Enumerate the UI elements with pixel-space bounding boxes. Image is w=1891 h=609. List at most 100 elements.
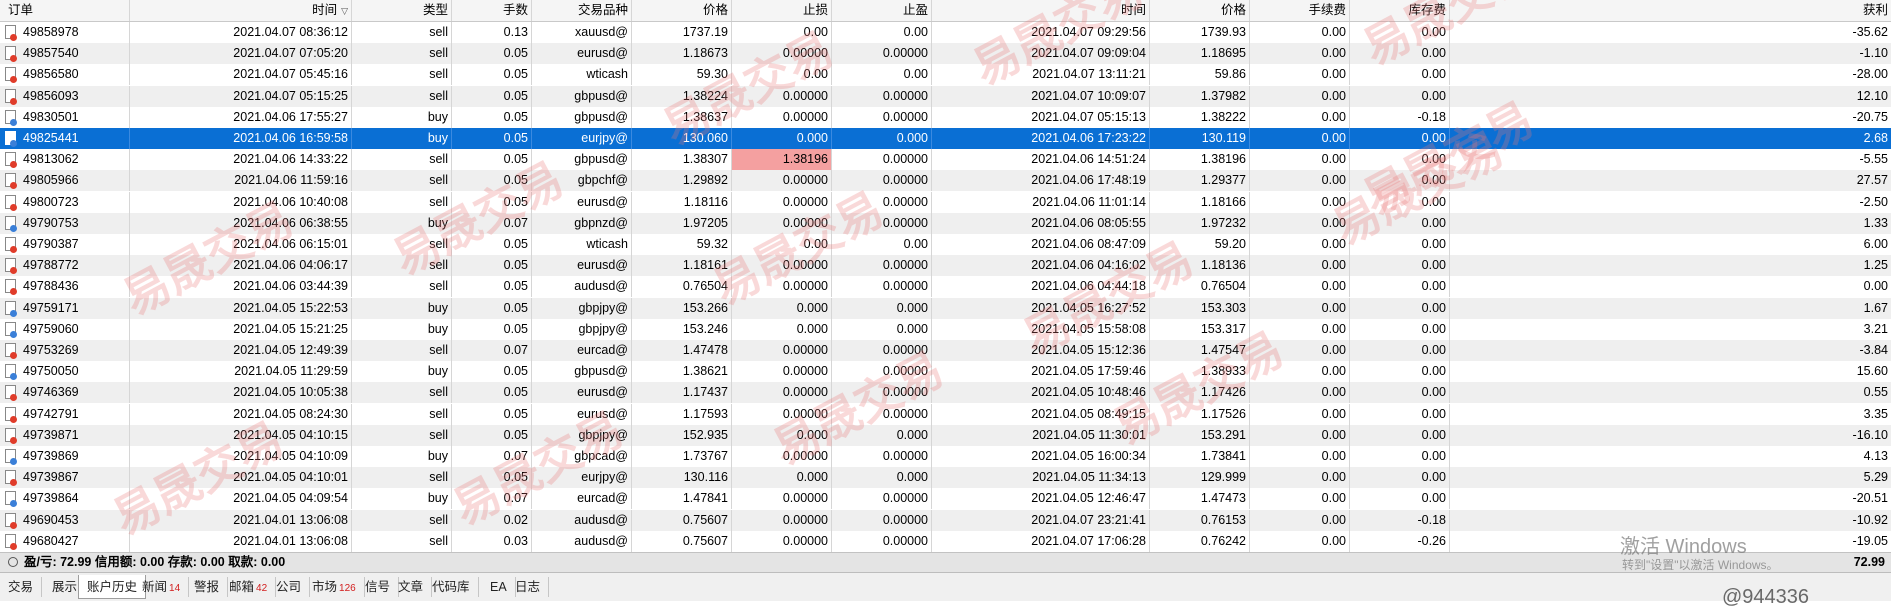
order-number: 49830501 (23, 109, 79, 124)
cell-tp: 0.000 (832, 424, 932, 446)
column-header-swap[interactable]: 库存费 (1350, 0, 1450, 21)
cell-tp: 0.000 (832, 297, 932, 319)
column-header-type-label: 类型 (422, 3, 448, 17)
cell-type: sell (352, 255, 452, 277)
cell-swap: 0.00 (1350, 212, 1450, 234)
tab-12[interactable]: 日志 (507, 577, 550, 597)
order-number: 49750050 (23, 364, 79, 379)
tab-0[interactable]: 交易 (0, 577, 43, 597)
column-header-close-price[interactable]: 价格 (1150, 0, 1250, 21)
cell-type: sell (352, 276, 452, 298)
table-row[interactable]: 49805966 2021.04.06 11:59:16 sell 0.05 gbpch… (0, 170, 1891, 192)
table-row[interactable]: 49739864 2021.04.05 04:09:54 buy 0.07 eurcad… (0, 488, 1891, 510)
cell-close-price: 1.47473 (1150, 488, 1250, 510)
cell-symbol: wticash (532, 234, 632, 255)
table-row[interactable]: 49788772 2021.04.06 04:06:17 sell 0.05 eurus… (0, 255, 1891, 277)
column-header-order[interactable]: 订单 (0, 0, 130, 21)
column-header-type[interactable]: 类型 (352, 0, 452, 21)
cell-price: 1.29892 (632, 170, 732, 192)
cell-commission: 0.00 (1250, 488, 1350, 510)
cell-commission: 0.00 (1250, 318, 1350, 340)
cell-price: 59.32 (632, 234, 732, 255)
cell-commission: 0.00 (1250, 340, 1350, 361)
table-row[interactable]: 49680427 2021.04.01 13:06:08 sell 0.03 audus… (0, 530, 1891, 552)
order-number: 49800723 (23, 194, 79, 209)
cell-profit: 12.10 (1856, 88, 1888, 103)
column-header-lots[interactable]: 手数 (452, 0, 532, 21)
table-row[interactable]: 49739867 2021.04.05 04:10:01 sell 0.05 eurjp… (0, 467, 1891, 489)
table-row[interactable]: 49739869 2021.04.05 04:10:09 buy 0.07 gbpcad… (0, 446, 1891, 467)
buy-order-icon (5, 215, 17, 232)
table-row[interactable]: 49759171 2021.04.05 15:22:53 buy 0.05 gbpjpy… (0, 297, 1891, 319)
cell-sl: 0.00000 (732, 212, 832, 234)
cell-commission: 0.00 (1250, 191, 1350, 213)
sell-order-icon (5, 470, 17, 487)
tab-label: 交易 (8, 580, 34, 594)
table-row[interactable]: 49750050 2021.04.05 11:29:59 buy 0.05 gbpusd… (0, 361, 1891, 383)
tab-10[interactable]: 代码库 (424, 577, 479, 597)
column-header-symbol[interactable]: 交易品种 (532, 0, 632, 21)
column-header-profit[interactable]: 获利 (1450, 0, 1891, 21)
cell-close-price: 1.38222 (1150, 106, 1250, 128)
order-number: 49813062 (23, 152, 79, 167)
tab-7[interactable]: 市场 126 (304, 577, 365, 597)
table-row[interactable]: 49830501 2021.04.06 17:55:27 buy 0.05 gbpusd… (0, 106, 1891, 128)
table-row[interactable]: 49753269 2021.04.05 12:49:39 sell 0.07 eurca… (0, 340, 1891, 361)
cell-lots: 0.05 (452, 128, 532, 149)
cell-swap: 0.00 (1350, 149, 1450, 171)
table-row[interactable]: 49856093 2021.04.07 05:15:25 sell 0.05 gbpus… (0, 85, 1891, 107)
cell-sl: 0.00000 (732, 361, 832, 383)
table-row[interactable]: 49742791 2021.04.05 08:24:30 sell 0.05 eurus… (0, 403, 1891, 425)
column-header-sl[interactable]: 止损 (732, 0, 832, 21)
cell-close-time: 2021.04.07 17:06:28 (932, 530, 1150, 552)
cell-lots: 0.13 (452, 22, 532, 43)
cell-close-time: 2021.04.06 08:47:09 (932, 234, 1150, 255)
cell-commission: 0.00 (1250, 446, 1350, 467)
column-header-price[interactable]: 价格 (632, 0, 732, 21)
cell-time: 2021.04.06 03:44:39 (130, 276, 352, 298)
tab-3[interactable]: 新闻 14 (134, 577, 190, 597)
cell-swap: 0.00 (1350, 64, 1450, 86)
column-header-close-time[interactable]: 时间 (932, 0, 1150, 21)
cell-price: 153.266 (632, 297, 732, 319)
tab-label: 账户历史 (87, 580, 138, 594)
order-number: 49753269 (23, 343, 79, 357)
cell-sl: 0.00000 (732, 276, 832, 298)
table-row[interactable]: 49825441 2021.04.06 16:59:58 buy 0.05 eurjpy… (0, 128, 1891, 149)
cell-commission: 0.00 (1250, 85, 1350, 107)
table-row[interactable]: 49800723 2021.04.06 10:40:08 sell 0.05 eurus… (0, 191, 1891, 213)
table-row[interactable]: 49857540 2021.04.07 07:05:20 sell 0.05 eurus… (0, 43, 1891, 65)
table-row[interactable]: 49790753 2021.04.06 06:38:55 buy 0.07 gbpnzd… (0, 212, 1891, 234)
tab-label: 日志 (515, 580, 541, 594)
cell-type: buy (352, 128, 452, 149)
cell-profit: -2.50 (1859, 194, 1889, 209)
table-row[interactable]: 49813062 2021.04.06 14:33:22 sell 0.05 gbpus… (0, 149, 1891, 171)
table-row[interactable]: 49790387 2021.04.06 06:15:01 sell 0.05 wtica… (0, 234, 1891, 255)
cell-swap: -0.18 (1350, 106, 1450, 128)
buy-order-icon (5, 321, 17, 338)
column-header-tp[interactable]: 止盈 (832, 0, 932, 21)
cell-lots: 0.05 (452, 467, 532, 489)
cell-close-price: 1.18695 (1150, 43, 1250, 65)
cell-sl: 1.38196 (732, 149, 832, 171)
table-row[interactable]: 49858978 2021.04.07 08:36:12 sell 0.13 xauus… (0, 22, 1891, 43)
cell-lots: 0.05 (452, 424, 532, 446)
cell-close-price: 1.18136 (1150, 255, 1250, 277)
column-header-commission[interactable]: 手续费 (1250, 0, 1350, 21)
cell-time: 2021.04.06 06:15:01 (130, 234, 352, 255)
table-row[interactable]: 49746369 2021.04.05 10:05:38 sell 0.05 eurus… (0, 382, 1891, 404)
cell-swap: -0.26 (1350, 530, 1450, 552)
cell-swap: 0.00 (1350, 424, 1450, 446)
cell-type: sell (352, 424, 452, 446)
table-row[interactable]: 49690453 2021.04.01 13:06:08 sell 0.02 audus… (0, 509, 1891, 531)
table-row[interactable]: 49856580 2021.04.07 05:45:16 sell 0.05 wtica… (0, 64, 1891, 86)
column-header-time[interactable]: 时间 ▽ (130, 0, 352, 21)
cell-symbol: gbpchf@ (532, 170, 632, 192)
order-number: 49790387 (23, 237, 79, 251)
table-row[interactable]: 49788436 2021.04.06 03:44:39 sell 0.05 audus… (0, 276, 1891, 298)
cell-close-price: 1.29377 (1150, 170, 1250, 192)
table-row[interactable]: 49759060 2021.04.05 15:21:25 buy 0.05 gbpjpy… (0, 318, 1891, 340)
cell-symbol: eurjpy@ (532, 467, 632, 489)
column-header-profit-label: 获利 (1862, 3, 1888, 17)
table-row[interactable]: 49739871 2021.04.05 04:10:15 sell 0.05 gbpjp… (0, 424, 1891, 446)
